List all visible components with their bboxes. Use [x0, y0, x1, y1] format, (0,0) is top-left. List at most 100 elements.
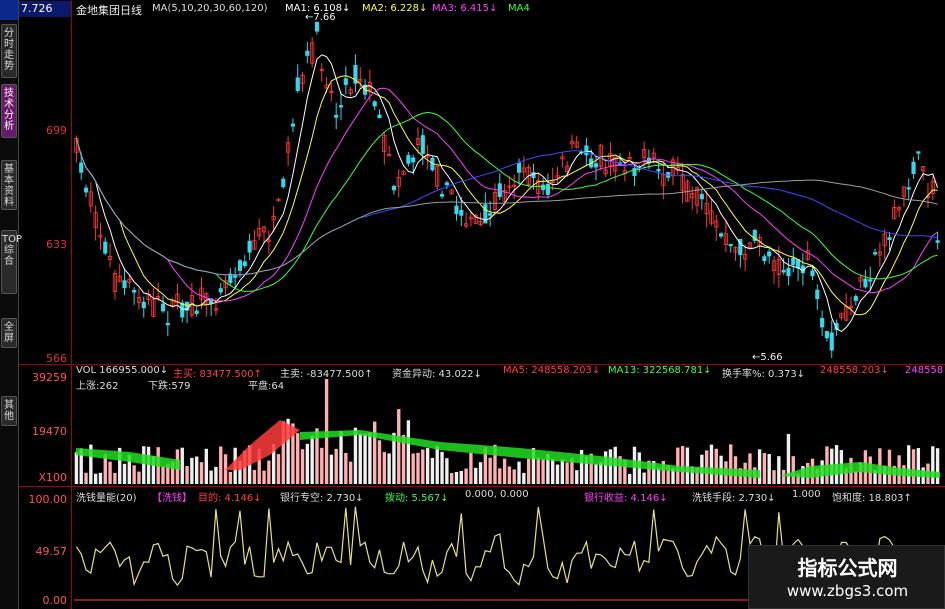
volume-bar [435, 445, 439, 484]
volume-bar [358, 433, 362, 484]
indicator-axis-label: 0.00 [42, 594, 68, 607]
candle-body [868, 279, 873, 282]
volume-bar [204, 448, 208, 484]
volume-bar [377, 440, 382, 484]
volume-bar [132, 465, 136, 484]
chart-canvas[interactable] [0, 0, 945, 609]
volume-bar [98, 472, 103, 484]
vol-ma13-value: MA13: 322568.781↓ [608, 365, 712, 376]
candle-body [444, 182, 449, 186]
volume-bar [454, 471, 459, 484]
indicator-tag: 【洗钱】 [152, 493, 192, 504]
candle-body [916, 151, 921, 154]
volume-bar [276, 454, 281, 484]
vol-ma5-value: MA5: 248558.203↓ [503, 365, 601, 376]
volume-bar [146, 446, 151, 484]
candle-body [377, 114, 382, 119]
volume-bar [310, 435, 314, 484]
volume-bar [190, 457, 194, 484]
ma-line [75, 54, 939, 333]
candle-body [281, 178, 286, 188]
volume-bar [916, 448, 921, 484]
candle-body [728, 243, 733, 247]
candle-body [815, 289, 820, 300]
wash-value: 拨动: 5.567↓ [385, 493, 449, 504]
tab-other[interactable]: 其他 [1, 396, 17, 426]
panel-separator [19, 486, 945, 487]
candle-body [83, 187, 89, 193]
volume-bar [498, 468, 502, 484]
volume-bar [478, 462, 483, 484]
volume-bar [411, 453, 415, 484]
tab-technical-analysis[interactable]: 技术分析 [1, 84, 17, 138]
volume-bar [194, 456, 199, 484]
volume-bar [781, 469, 786, 484]
watermark-url: www.zbgs3.com [786, 582, 909, 600]
current-price: 7.726 [19, 1, 71, 17]
volume-bar [680, 446, 685, 484]
wash-means-value: 洗钱手段: 2.730↓ [692, 493, 776, 504]
volume-bar [762, 453, 767, 484]
ma2-value: MA2: 6.228↓ [362, 3, 428, 14]
volume-bar [348, 461, 353, 484]
tab-fundamentals[interactable]: 基本资料 [1, 160, 17, 210]
volume-bar [854, 471, 858, 484]
volume-bar [459, 470, 463, 484]
candle-body [305, 50, 310, 56]
volume-bar [565, 462, 569, 484]
ma-params: MA(5,10,20,30,60,120) [152, 3, 268, 14]
bank-gain-value: 银行收益: 4.146↓ [584, 493, 668, 504]
candle-body [439, 193, 445, 197]
volume-bar [469, 453, 473, 484]
volume-bar [320, 447, 324, 484]
tab-fullscreen[interactable]: 全屏 [1, 318, 17, 348]
candle-body [719, 233, 724, 237]
volume-bar [368, 432, 372, 484]
candle-body [406, 155, 411, 164]
tab-top-overview[interactable]: TOP综合 [1, 230, 22, 294]
watermark-logo: 指标公式网 www.zbgs3.com [748, 545, 945, 609]
volume-bar [791, 456, 795, 484]
candle-body [132, 289, 137, 293]
candle-body [593, 163, 599, 168]
volume-bar [772, 470, 776, 484]
volume-bar [252, 470, 257, 484]
low-price-marker: ←5.66 [752, 352, 783, 363]
candle-body [338, 105, 344, 108]
volume-bar [464, 468, 468, 484]
volume-bar [353, 427, 358, 484]
high-price-marker: ←7.66 [305, 12, 336, 23]
candle-body [887, 237, 892, 241]
candle-body [699, 194, 704, 200]
candle-body [791, 257, 796, 265]
volume-bar [603, 451, 608, 484]
ma-line [75, 138, 938, 276]
volume-bar [300, 449, 305, 484]
bank-short-value: 银行专空: 2.730↓ [280, 493, 364, 504]
volume-bar [363, 433, 367, 484]
indicator-axis-label: 100.00 [28, 493, 68, 506]
volume-bar [219, 446, 223, 484]
volume-bar [382, 452, 387, 484]
volume-bar [536, 457, 540, 484]
candle-body [237, 260, 243, 271]
candle-body [781, 269, 786, 273]
volume-axis-label: 39259 [32, 371, 67, 384]
volume-bar [748, 453, 752, 484]
candle-body [786, 268, 791, 277]
volume-bar [406, 420, 411, 484]
volume-bar [522, 472, 526, 484]
vol-value: VOL 166955.000↓ [76, 365, 169, 376]
tab-intraday[interactable]: 分时走势 [1, 24, 17, 78]
candle-body [420, 135, 425, 154]
saturation-value: 饱和度: 18.803↑ [832, 493, 912, 504]
main-sell-value: 主卖: -83477.500↑ [280, 369, 373, 380]
candle-body [391, 185, 397, 191]
candle-body [767, 251, 772, 257]
volume-bar [185, 465, 189, 484]
volume-bar [685, 447, 690, 484]
volume-bar [575, 470, 579, 484]
volume-bar [161, 466, 165, 484]
advance-count: 上涨:262 [76, 381, 119, 392]
candle-body [656, 169, 661, 172]
